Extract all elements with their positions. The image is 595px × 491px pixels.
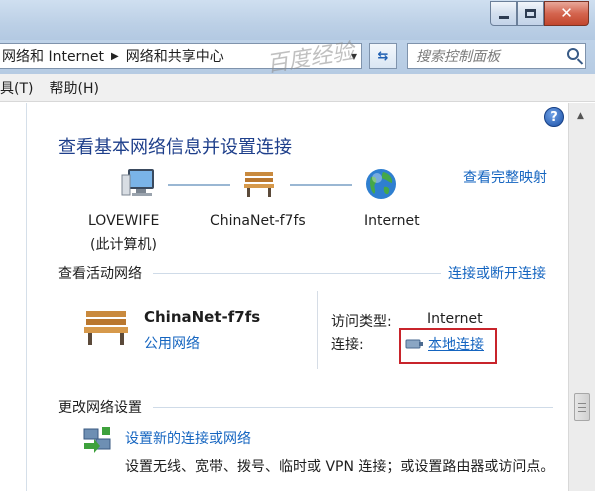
connection-line-1	[168, 184, 230, 186]
search-input[interactable]: 搜索控制面板	[416, 46, 500, 66]
connection-line-2	[290, 184, 352, 186]
refresh-icon: ⇆	[377, 48, 389, 64]
change-settings-header: 更改网络设置	[58, 400, 142, 416]
scroll-up-icon[interactable]: ▲	[577, 111, 584, 121]
main-content: ? 查看基本网络信息并设置连接 查看完整映射 LOVEWIFE (此计算机) C…	[28, 103, 568, 491]
window-title-bar: ✕	[0, 0, 595, 40]
active-networks-divider	[153, 273, 441, 274]
computer-icon	[121, 169, 154, 196]
caption-buttons: ✕	[490, 1, 589, 26]
search-box[interactable]: 搜索控制面板	[407, 43, 586, 69]
breadcrumb-sharing-center[interactable]: 网络和共享中心	[126, 46, 224, 66]
refresh-button[interactable]: ⇆	[369, 43, 397, 69]
address-bar[interactable]: 网络和 Internet ▶ 网络和共享中心	[0, 43, 362, 69]
node-internet-label: Internet	[364, 213, 420, 229]
menu-bar: 具(T) 帮助(H)	[0, 74, 595, 102]
access-type-value: Internet	[427, 311, 483, 327]
address-dropdown-icon[interactable]: ▼	[344, 43, 364, 69]
vertical-divider	[317, 291, 318, 369]
menu-help[interactable]: 帮助(H)	[49, 78, 98, 98]
setup-new-connection-description: 设置无线、宽带、拨号、临时或 VPN 连接；或设置路由器或访问点。	[125, 459, 555, 475]
internet-globe-icon	[366, 169, 396, 199]
minimize-icon	[498, 16, 509, 19]
view-full-map-link[interactable]: 查看完整映射	[463, 167, 547, 187]
navigation-bar: 网络和 Internet ▶ 网络和共享中心 ▼ ⇆ 搜索控制面板	[0, 40, 595, 74]
local-connection-link[interactable]: 本地连接	[428, 334, 484, 354]
help-icon[interactable]: ?	[544, 107, 564, 127]
page-title: 查看基本网络信息并设置连接	[58, 137, 292, 158]
left-pane	[0, 103, 27, 491]
active-network-bench-icon	[84, 311, 128, 345]
close-icon: ✕	[560, 4, 573, 22]
change-settings-divider	[153, 407, 553, 408]
menu-tools[interactable]: 具(T)	[0, 78, 33, 98]
close-button[interactable]: ✕	[544, 1, 589, 26]
search-icon[interactable]	[567, 48, 579, 60]
node-computer-sublabel: (此计算机)	[90, 237, 157, 253]
network-bench-icon	[244, 172, 274, 197]
maximize-icon	[525, 9, 536, 18]
active-network-name: ChinaNet-f7fs	[144, 308, 261, 326]
breadcrumb-separator-icon[interactable]: ▶	[111, 51, 119, 62]
breadcrumb-network-internet[interactable]: 网络和 Internet	[2, 46, 104, 66]
node-computer-label: LOVEWIFE	[88, 213, 160, 229]
connect-disconnect-link[interactable]: 连接或断开连接	[448, 263, 546, 283]
minimize-button[interactable]	[490, 1, 517, 26]
maximize-button[interactable]	[517, 1, 544, 26]
setup-new-connection-link[interactable]: 设置新的连接或网络	[125, 428, 251, 448]
setup-connection-icon	[83, 427, 111, 453]
access-type-label: 访问类型:	[331, 314, 392, 330]
scrollbar-thumb[interactable]	[574, 393, 590, 421]
vertical-scrollbar[interactable]: ▲	[568, 103, 595, 491]
connection-label: 连接:	[331, 337, 364, 353]
active-networks-header: 查看活动网络	[58, 266, 142, 282]
network-category-link[interactable]: 公用网络	[144, 333, 200, 353]
node-network-label: ChinaNet-f7fs	[210, 213, 306, 229]
network-adapter-icon	[405, 339, 423, 349]
